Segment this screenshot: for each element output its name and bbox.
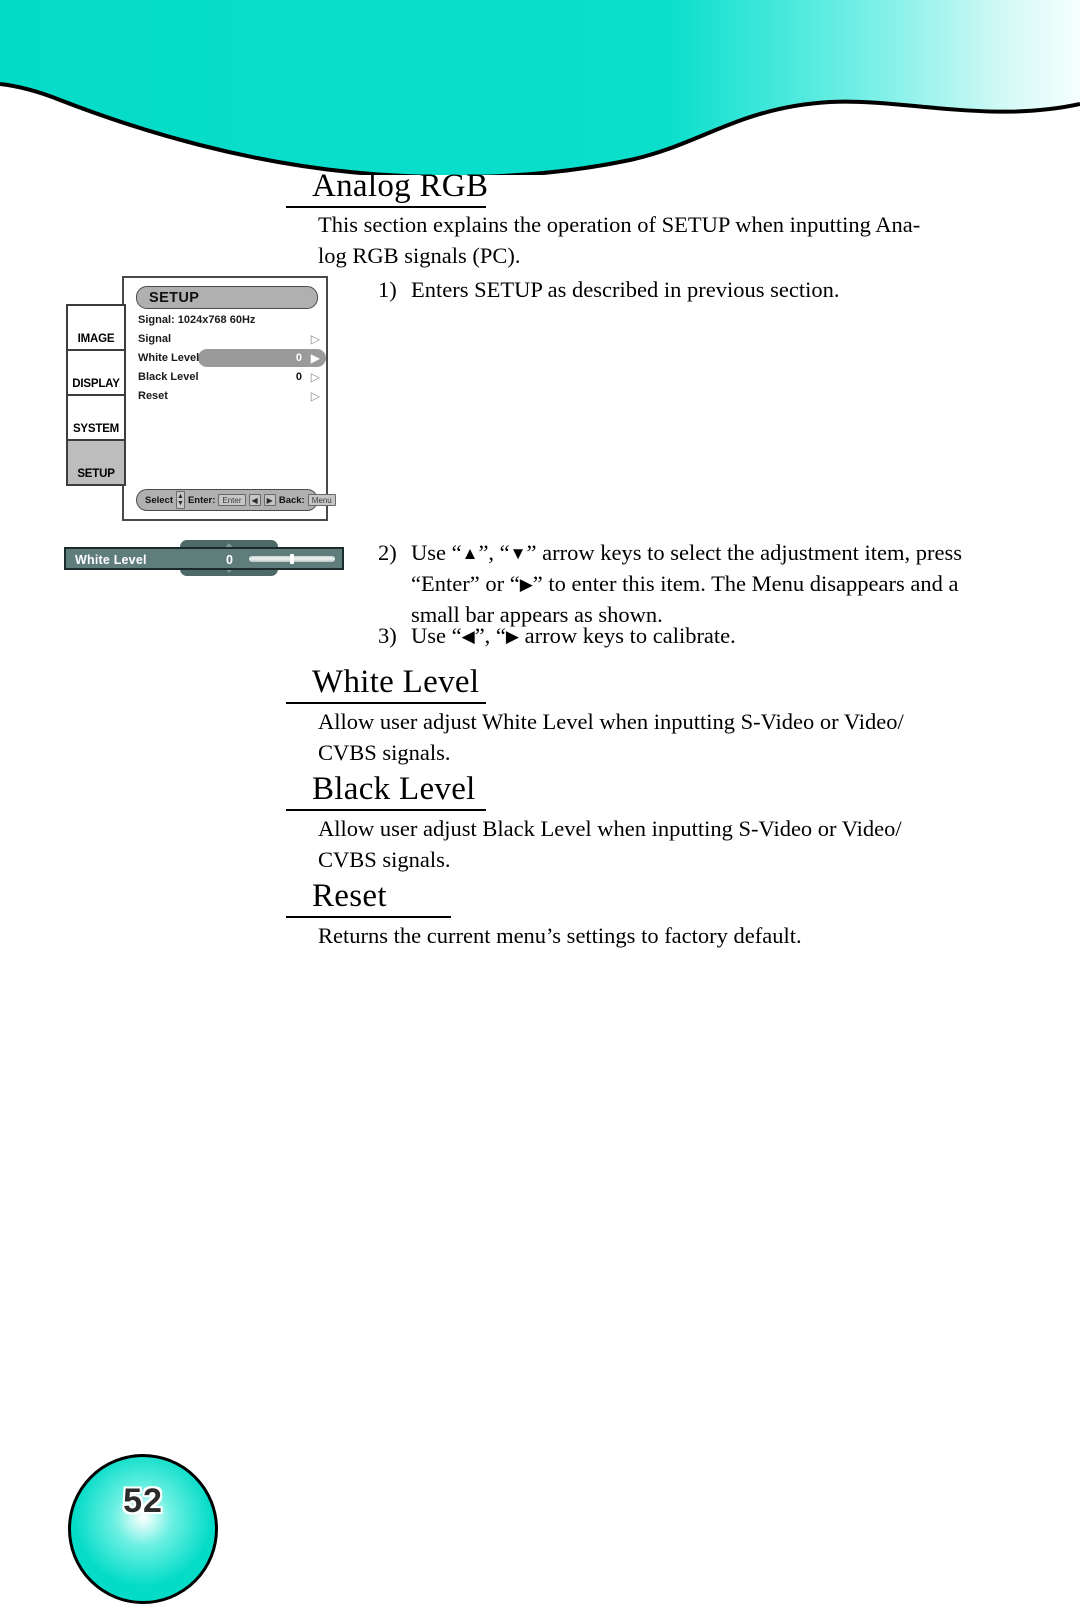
osd-tab-label: SETUP: [77, 468, 115, 480]
page-number-footer: 52: [68, 1454, 218, 1604]
heading-black-level-label: Black Level: [312, 771, 476, 807]
step-1-number: 1): [378, 277, 397, 302]
step-3: 3) Use “◀”, “▶ arrow keys to calibrate.: [378, 620, 998, 651]
up-arrow-glyph: ▲: [177, 493, 184, 500]
osd-row-value: 0: [295, 371, 302, 383]
hint-select-label: Select: [145, 494, 173, 506]
heading-rule: [286, 206, 486, 208]
osd-menu-rows: Signal ▷ White Level 0 ▶ Black Level 0 ▷…: [124, 330, 330, 406]
heading-analog-rgb-label: Analog RGB: [312, 168, 489, 204]
chevron-right-icon: ▷: [310, 370, 320, 384]
white-level-line-2: CVBS signals.: [318, 740, 451, 765]
heading-reset: Reset: [286, 878, 451, 918]
menu-key-icon: Menu: [307, 494, 336, 506]
osd-tab-label: IMAGE: [77, 333, 115, 345]
down-arrow-icon: ▼: [509, 544, 527, 563]
enter-key-icon: Enter: [218, 494, 246, 506]
left-key-icon: ◀: [248, 494, 261, 506]
chevron-right-icon: ▷: [310, 389, 320, 403]
osd-row-label: White Level: [138, 352, 200, 364]
osd-title-label: SETUP: [149, 290, 200, 306]
bar-slider-handle[interactable]: [290, 554, 294, 564]
bar-body: White Level 0: [64, 547, 344, 570]
bar-label: White Level: [75, 553, 147, 567]
osd-row-label: Black Level: [138, 371, 199, 383]
white-level-line-1: Allow user adjust White Level when input…: [318, 709, 904, 734]
osd-hint-bar: Select ▲ ▼ Enter: Enter ◀ ▶ Back: Menu: [136, 489, 336, 511]
reset-line-1: Returns the current menu’s settings to f…: [318, 923, 802, 948]
heading-rule: [286, 702, 486, 704]
osd-tab-system[interactable]: SYSTEM: [66, 394, 126, 441]
osd-row-label: Signal: [138, 333, 172, 345]
up-arrow-icon: ▲: [461, 544, 479, 563]
osd-panel: SETUP Signal: 1024x768 60Hz Signal ▷ Whi…: [122, 276, 336, 521]
white-level-paragraph: Allow user adjust White Level when input…: [318, 706, 1018, 768]
white-level-adjust-bar: White Level 0: [64, 540, 344, 576]
down-arrow-glyph: ▼: [177, 500, 184, 507]
chevron-right-icon: ▷: [310, 332, 320, 346]
heading-white-level-label: White Level: [312, 664, 480, 700]
osd-signal-info: Signal: 1024x768 60Hz: [138, 314, 256, 326]
intro-line-2: log RGB signals (PC).: [318, 243, 521, 268]
step-2: 2) Use “▲”, “▼” arrow keys to select the…: [378, 537, 998, 630]
heading-rule: [286, 916, 451, 918]
osd-tab-image[interactable]: IMAGE: [66, 304, 126, 351]
osd-menu-illustration: SETUP Signal: 1024x768 60Hz Signal ▷ Whi…: [66, 276, 336, 526]
heading-white-level: White Level: [286, 664, 486, 704]
heading-analog-rgb: Analog RGB: [286, 168, 488, 208]
step-3-number: 3): [378, 623, 397, 648]
black-level-line-1: Allow user adjust Black Level when input…: [318, 816, 902, 841]
osd-row-signal[interactable]: Signal ▷: [124, 330, 330, 349]
bar-value: 0: [226, 553, 233, 567]
left-arrow-icon: ◀: [461, 627, 475, 646]
black-level-paragraph: Allow user adjust Black Level when input…: [318, 813, 1018, 875]
heading-reset-label: Reset: [312, 878, 387, 914]
black-level-line-2: CVBS signals.: [318, 847, 451, 872]
intro-paragraph: This section explains the operation of S…: [318, 209, 1018, 271]
step-2-number: 2): [378, 540, 397, 565]
step-3-suffix: arrow keys to calibrate.: [519, 623, 736, 648]
reset-paragraph: Returns the current menu’s settings to f…: [318, 920, 1018, 951]
hint-enter-label: Enter:: [187, 494, 216, 506]
osd-row-value: 0: [295, 352, 302, 364]
step-2-prefix: Use “: [411, 540, 462, 565]
step-3-text: Use “◀”, “▶ arrow keys to calibrate.: [411, 620, 998, 651]
bar-slider-track[interactable]: [249, 554, 335, 564]
step-3-prefix: Use “: [411, 623, 462, 648]
osd-row-highlight: [198, 349, 326, 367]
page-number-dome: [68, 1454, 218, 1604]
osd-row-label: Reset: [138, 390, 168, 402]
osd-tab-label: DISPLAY: [72, 378, 120, 390]
osd-row-white-level[interactable]: White Level 0 ▶: [124, 349, 330, 368]
osd-tab-label: SYSTEM: [72, 423, 120, 435]
osd-title-bar: SETUP: [136, 286, 318, 309]
heading-rule: [286, 809, 486, 811]
step-3-mid-1: ”, “: [474, 623, 506, 648]
osd-row-black-level[interactable]: Black Level 0 ▷: [124, 368, 330, 387]
intro-line-1: This section explains the operation of S…: [318, 212, 921, 237]
chevron-right-icon: ▶: [310, 351, 320, 365]
osd-tab-strip: IMAGE DISPLAY SYSTEM SETUP: [66, 304, 126, 486]
right-arrow-icon: ▶: [519, 575, 533, 594]
page-content: Analog RGB This section explains the ope…: [0, 0, 1080, 1532]
step-1: 1) Enters SETUP as described in previous…: [378, 274, 1018, 305]
right-key-icon: ▶: [263, 494, 276, 506]
step-2-text: Use “▲”, “▼” arrow keys to select the ad…: [411, 537, 998, 630]
heading-black-level: Black Level: [286, 771, 486, 811]
page-number-label: 52: [123, 1482, 163, 1520]
up-down-keys-icon: ▲ ▼: [176, 491, 185, 509]
step-1-text: Enters SETUP as described in previous se…: [411, 277, 840, 302]
osd-tab-setup[interactable]: SETUP: [66, 439, 126, 486]
right-arrow-icon-2: ▶: [505, 627, 519, 646]
hint-back-label: Back:: [278, 494, 305, 506]
osd-row-reset[interactable]: Reset ▷: [124, 387, 330, 406]
step-2-mid-1: ”, “: [478, 540, 510, 565]
osd-tab-display[interactable]: DISPLAY: [66, 349, 126, 396]
